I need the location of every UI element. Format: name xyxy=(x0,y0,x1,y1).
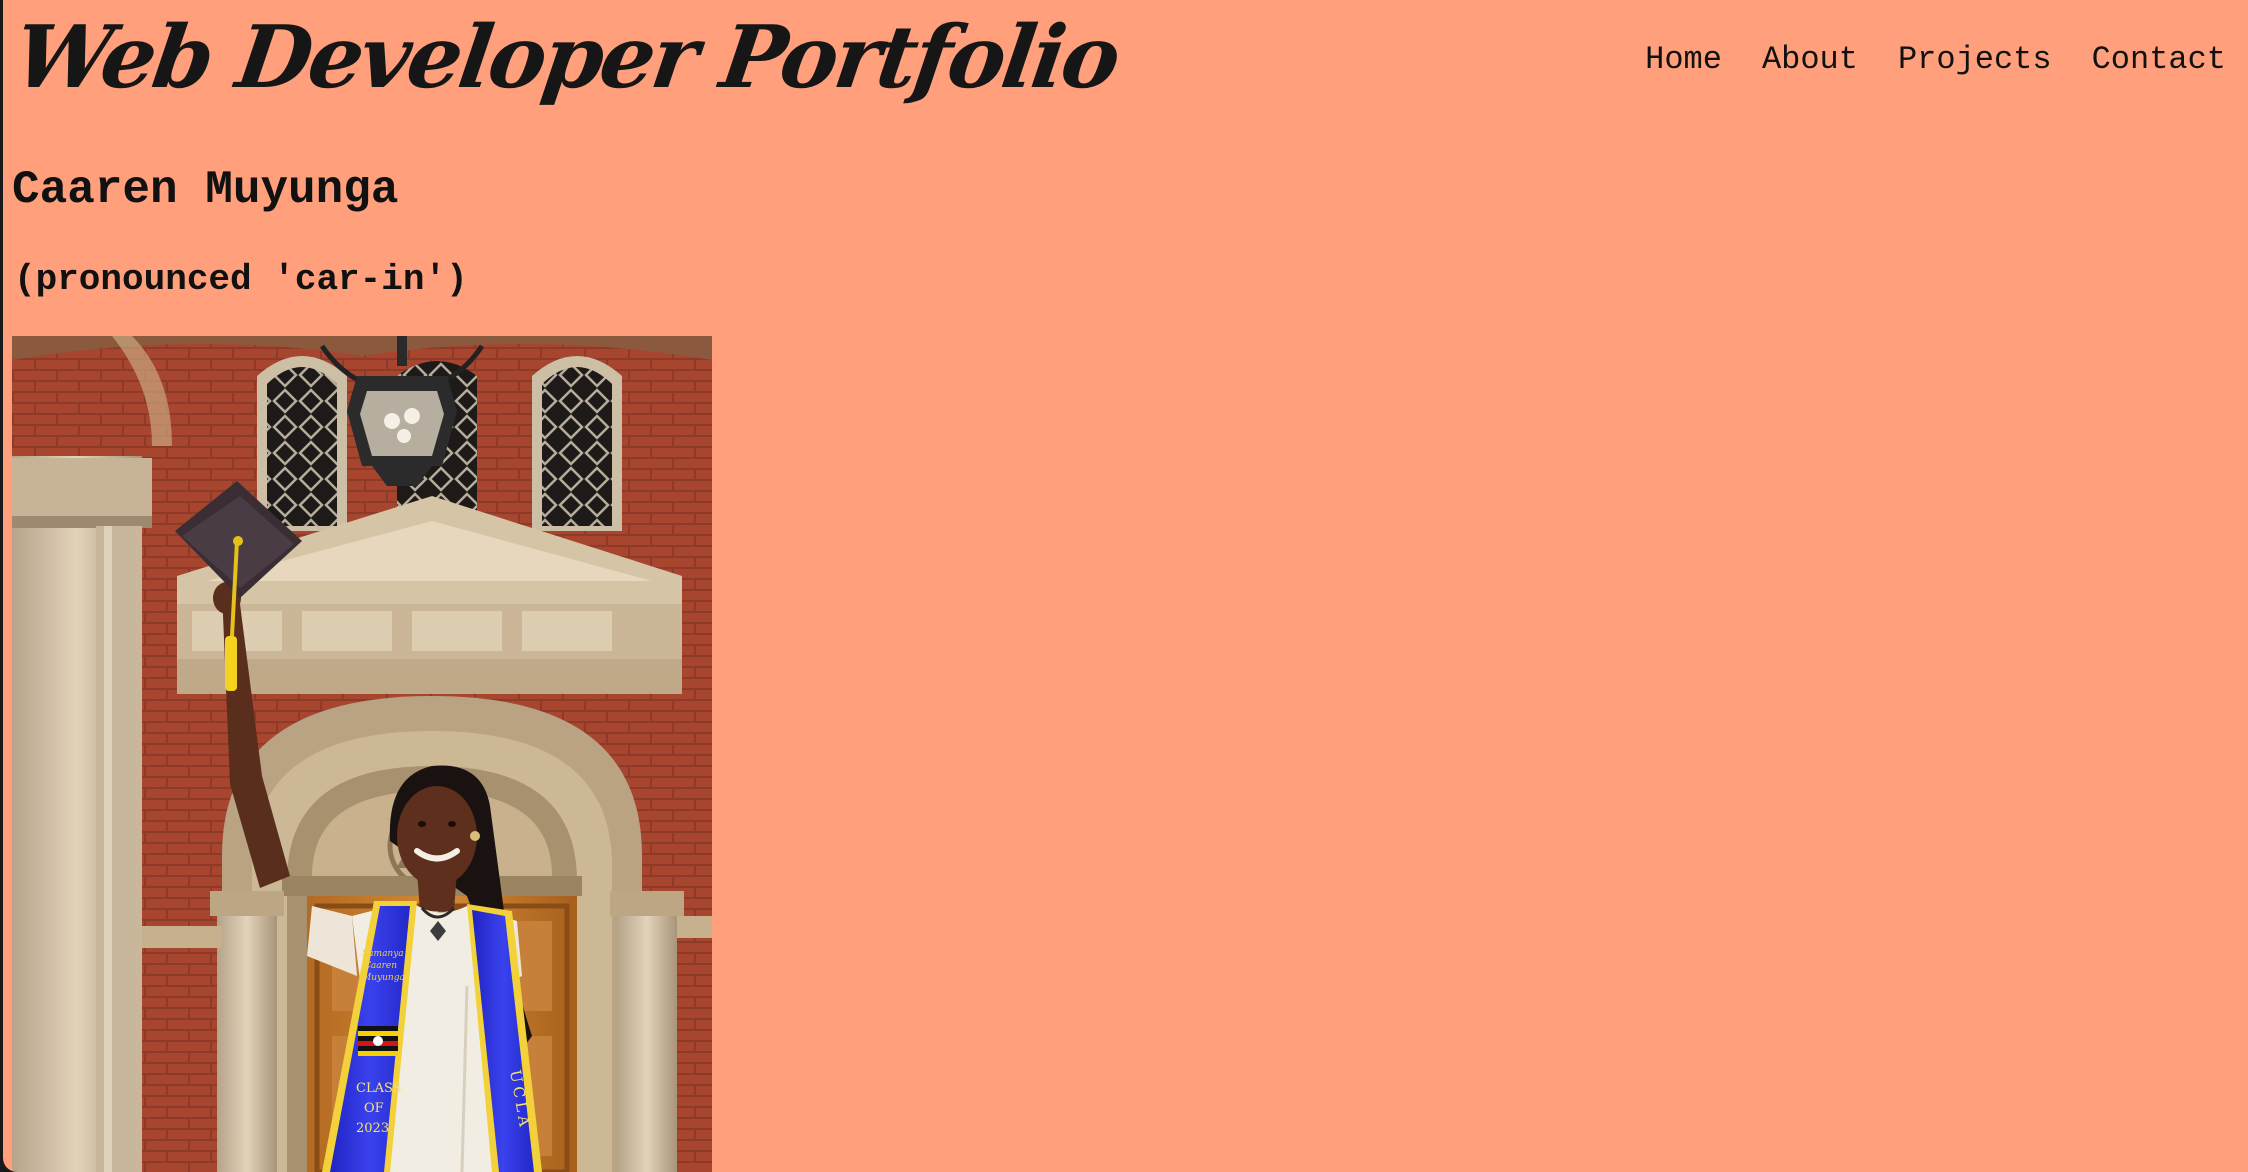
nav-contact-link[interactable]: Contact xyxy=(2092,40,2226,80)
graduation-photo: Samanya Caaren Muyunga CLASS OF 2023 UCL… xyxy=(12,336,712,1172)
graduation-photo-illustration: Samanya Caaren Muyunga CLASS OF 2023 UCL… xyxy=(12,336,712,1172)
nav-about-link[interactable]: About xyxy=(1762,40,1858,80)
pronunciation-text: (pronounced 'car-in') xyxy=(14,259,468,300)
svg-text:Samanya: Samanya xyxy=(362,949,404,959)
page: Web Developer Portfolio Home About Proje… xyxy=(3,0,2248,1172)
site-header: Web Developer Portfolio Home About Proje… xyxy=(3,0,2248,125)
name-heading: Caaren Muyunga xyxy=(12,164,399,216)
stole-of-text: OF xyxy=(364,1101,384,1116)
stole-year-text: 2023 xyxy=(356,1121,389,1136)
site-title: Web Developer Portfolio xyxy=(8,7,1124,108)
svg-text:Muyunga: Muyunga xyxy=(361,973,405,983)
nav-projects-link[interactable]: Projects xyxy=(1898,40,2052,80)
nav-home-link[interactable]: Home xyxy=(1645,40,1722,80)
main-nav: Home About Projects Contact xyxy=(1645,40,2226,80)
stole-class-text: CLASS xyxy=(356,1081,402,1096)
svg-text:Caaren: Caaren xyxy=(364,961,397,971)
